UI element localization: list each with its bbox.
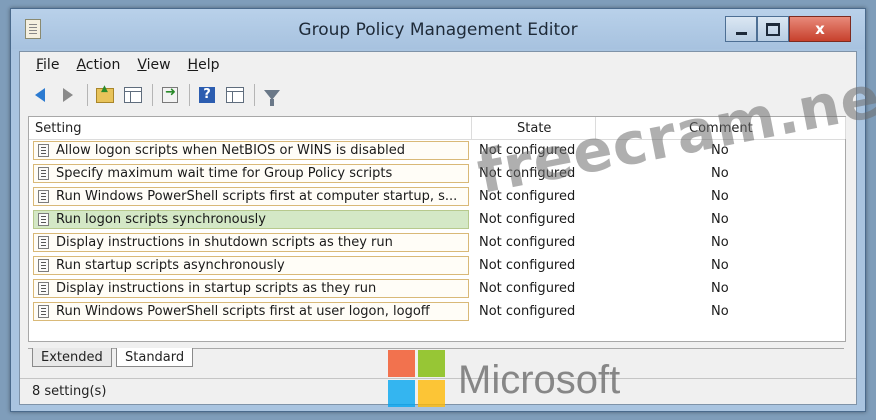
- state-value: Not configured: [479, 235, 576, 250]
- filter-icon: [264, 90, 280, 106]
- column-divider[interactable]: [471, 117, 472, 139]
- help-button[interactable]: ?: [195, 83, 219, 107]
- comment-value: No: [711, 281, 729, 296]
- menu-help[interactable]: Help: [188, 57, 220, 73]
- column-header-setting[interactable]: Setting: [35, 121, 82, 136]
- up-one-level-button[interactable]: [93, 83, 117, 107]
- menu-action[interactable]: Action: [76, 57, 120, 73]
- setting-name: Run startup scripts asynchronously: [56, 258, 285, 273]
- policy-setting-icon: [38, 305, 49, 318]
- setting-name: Specify maximum wait time for Group Poli…: [56, 166, 393, 181]
- show-hide-tree-icon: [124, 87, 142, 103]
- setting-cell: Allow logon scripts when NetBIOS or WINS…: [33, 141, 469, 160]
- setting-name: Allow logon scripts when NetBIOS or WINS…: [56, 143, 406, 158]
- back-arrow-icon: [35, 88, 45, 102]
- setting-name: Run logon scripts synchronously: [56, 212, 266, 227]
- policy-setting-icon: [38, 144, 49, 157]
- setting-name: Display instructions in startup scripts …: [56, 281, 377, 296]
- forward-button[interactable]: [56, 83, 80, 107]
- state-value: Not configured: [479, 258, 576, 273]
- comment-value: No: [711, 235, 729, 250]
- state-value: Not configured: [479, 304, 576, 319]
- comment-value: No: [711, 189, 729, 204]
- table-row[interactable]: Run startup scripts asynchronously Not c…: [29, 255, 845, 277]
- tab-extended[interactable]: Extended: [32, 348, 112, 367]
- export-list-button[interactable]: [158, 83, 182, 107]
- logo-red-square: [388, 350, 415, 377]
- maximize-button[interactable]: [757, 16, 789, 42]
- state-value: Not configured: [479, 281, 576, 296]
- menu-bar: File Action View Help: [20, 52, 856, 78]
- policy-setting-icon: [38, 259, 49, 272]
- setting-cell: Display instructions in shutdown scripts…: [33, 233, 469, 252]
- setting-cell: Run Windows PowerShell scripts first at …: [33, 187, 469, 206]
- toolbar-separator: [152, 84, 153, 106]
- close-button[interactable]: x: [789, 16, 851, 42]
- state-value: Not configured: [479, 212, 576, 227]
- forward-arrow-icon: [63, 88, 73, 102]
- logo-green-square: [418, 350, 445, 377]
- policy-setting-icon: [38, 236, 49, 249]
- help-icon: ?: [199, 87, 215, 103]
- up-folder-icon: [96, 84, 114, 103]
- setting-cell: Display instructions in startup scripts …: [33, 279, 469, 298]
- microsoft-logo: Microsoft: [388, 350, 688, 414]
- setting-name: Run Windows PowerShell scripts first at …: [56, 189, 458, 204]
- table-row[interactable]: Specify maximum wait time for Group Poli…: [29, 163, 845, 185]
- show-hide-action-pane-icon: [226, 87, 244, 103]
- table-row[interactable]: Display instructions in startup scripts …: [29, 278, 845, 300]
- comment-value: No: [711, 304, 729, 319]
- show-hide-action-pane-button[interactable]: [223, 83, 247, 107]
- minimize-button[interactable]: [725, 16, 757, 42]
- table-row[interactable]: Run Windows PowerShell scripts first at …: [29, 186, 845, 208]
- table-row-selected[interactable]: Run logon scripts synchronously Not conf…: [29, 209, 845, 231]
- title-bar[interactable]: Group Policy Management Editor x: [11, 9, 865, 49]
- setting-cell: Run logon scripts synchronously: [33, 210, 469, 229]
- back-button[interactable]: [28, 83, 52, 107]
- policy-setting-icon: [38, 190, 49, 203]
- setting-cell: Run Windows PowerShell scripts first at …: [33, 302, 469, 321]
- minimize-icon: [735, 31, 747, 35]
- show-hide-tree-button[interactable]: [121, 83, 145, 107]
- table-row[interactable]: Display instructions in shutdown scripts…: [29, 232, 845, 254]
- policy-setting-icon: [38, 213, 49, 226]
- logo-yellow-square: [418, 380, 445, 407]
- policy-setting-icon: [38, 282, 49, 295]
- menu-view[interactable]: View: [137, 57, 170, 73]
- policy-setting-icon: [38, 167, 49, 180]
- toolbar-separator: [254, 84, 255, 106]
- status-text: 8 setting(s): [32, 384, 107, 399]
- menu-file[interactable]: File: [36, 57, 59, 73]
- setting-name: Run Windows PowerShell scripts first at …: [56, 304, 430, 319]
- table-row[interactable]: Run Windows PowerShell scripts first at …: [29, 301, 845, 323]
- toolbar-separator: [87, 84, 88, 106]
- setting-cell: Specify maximum wait time for Group Poli…: [33, 164, 469, 183]
- filter-button[interactable]: [260, 83, 284, 107]
- tab-standard[interactable]: Standard: [116, 348, 194, 367]
- logo-wordmark: Microsoft: [458, 358, 621, 402]
- export-list-icon: [162, 85, 178, 103]
- setting-name: Display instructions in shutdown scripts…: [56, 235, 393, 250]
- maximize-icon: [766, 22, 780, 36]
- logo-blue-square: [388, 380, 415, 407]
- toolbar-separator: [189, 84, 190, 106]
- close-icon: x: [815, 19, 825, 38]
- comment-value: No: [711, 212, 729, 227]
- setting-cell: Run startup scripts asynchronously: [33, 256, 469, 275]
- comment-value: No: [711, 166, 729, 181]
- comment-value: No: [711, 258, 729, 273]
